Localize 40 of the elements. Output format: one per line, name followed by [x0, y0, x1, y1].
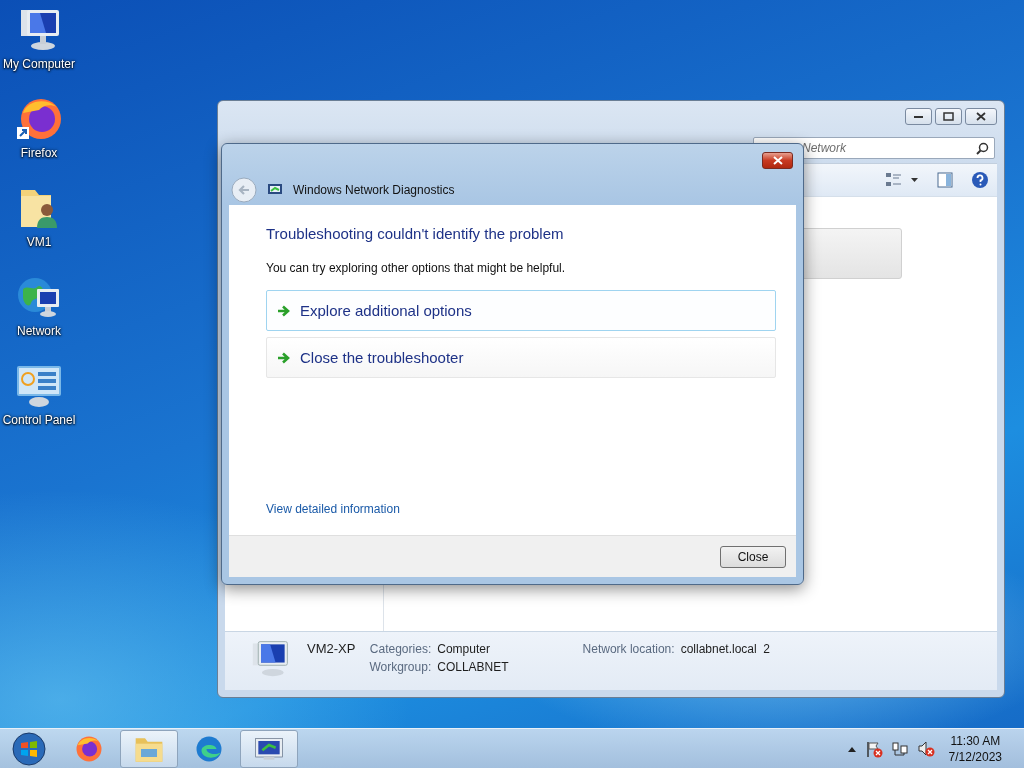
close-icon	[976, 112, 986, 121]
start-orb-icon[interactable]	[11, 730, 47, 767]
clock-time[interactable]: 11:30 AM	[950, 733, 1001, 748]
field-label: Workgroup:	[369, 660, 432, 674]
minimize-button[interactable]	[905, 108, 932, 125]
desktop-icon-label[interactable]: Network	[17, 324, 61, 338]
field-label: Network location:	[582, 642, 675, 656]
search-icon	[976, 141, 989, 155]
close-dialog-button[interactable]: Close	[720, 545, 786, 568]
close-icon	[772, 156, 783, 165]
arrow-icon	[277, 351, 291, 364]
field-value: Computer	[437, 642, 491, 656]
speaker-muted-icon[interactable]	[916, 739, 935, 758]
view-options-icon[interactable]	[885, 172, 919, 188]
computer-name: VM2-XP	[307, 641, 356, 656]
maximize-icon	[943, 112, 954, 121]
network-icon[interactable]	[890, 739, 909, 758]
dialog-heading: Troubleshooting couldn't identify the problem	[266, 225, 565, 242]
option-link[interactable]: Close the troubleshooter	[266, 337, 776, 378]
desktop-icon-label[interactable]: Firefox	[20, 146, 58, 160]
desktop-icon-label[interactable]: VM1	[26, 235, 52, 249]
option-link[interactable]: Explore additional options	[266, 290, 776, 331]
close-button[interactable]	[762, 152, 793, 169]
minimize-icon	[914, 115, 923, 118]
dialog-message: You can try exploring other options that might be helpful.	[266, 261, 567, 275]
field-label: Categories:	[369, 642, 432, 656]
help-icon[interactable]	[971, 171, 989, 189]
details-link[interactable]: View detailed information	[266, 502, 400, 516]
flag-icon[interactable]	[864, 739, 883, 758]
maximize-button[interactable]	[935, 108, 962, 125]
desktop-icon-label[interactable]: Control Panel	[2, 413, 76, 427]
close-button[interactable]	[965, 108, 997, 125]
desktop-icon-label[interactable]: My Computer	[3, 57, 75, 71]
clock-date[interactable]: 7/12/2023	[948, 749, 1002, 764]
field-value: COLLABNET	[437, 660, 509, 674]
field-value: collabnet.local 2	[680, 642, 770, 656]
taskbar-button[interactable]	[240, 729, 298, 768]
arrow-icon	[277, 304, 291, 317]
dialog-title: Windows Network Diagnostics	[293, 183, 455, 197]
network-diagnostics-icon	[267, 183, 283, 197]
